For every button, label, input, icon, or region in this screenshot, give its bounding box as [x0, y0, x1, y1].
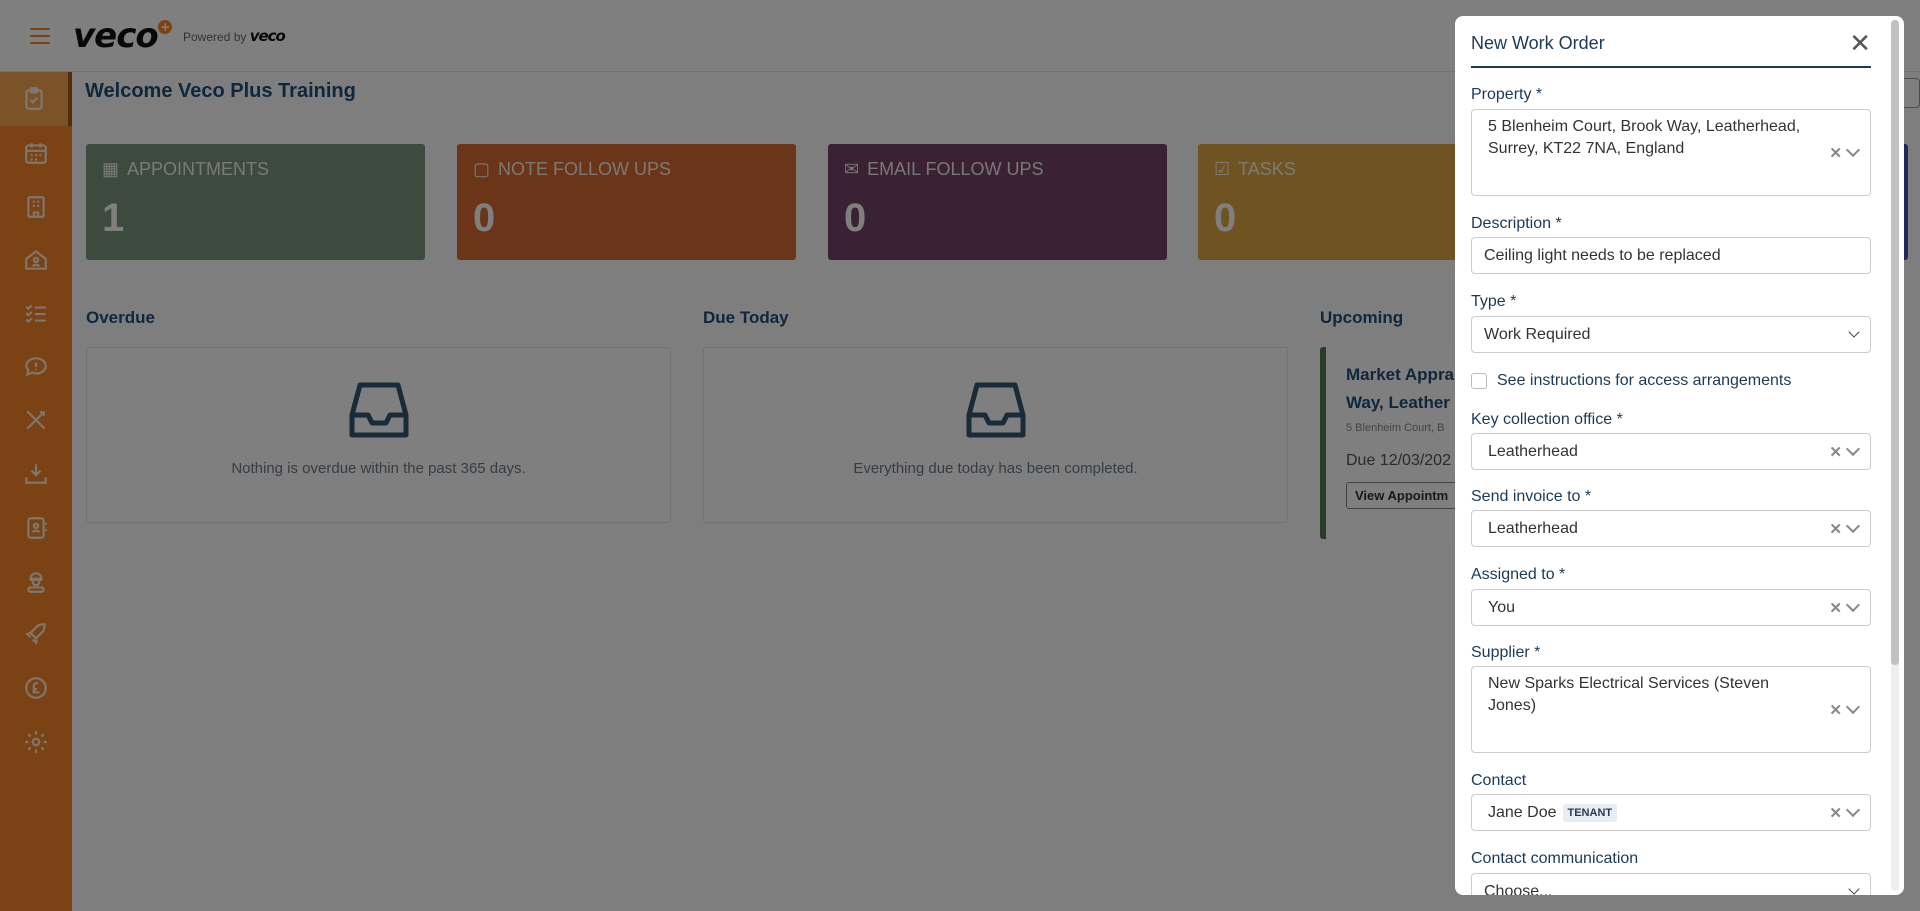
type-label: Type * [1471, 293, 1517, 310]
contact-communication-value: Choose... [1484, 882, 1553, 896]
chevron-down-icon[interactable] [1845, 518, 1861, 534]
chevron-down-icon [1848, 326, 1860, 338]
assigned-to-value: You [1488, 598, 1515, 616]
description-label: Description * [1471, 215, 1562, 232]
modal-header: New Work Order ✕ [1471, 30, 1871, 68]
send-invoice-label: Send invoice to * [1471, 488, 1592, 505]
chevron-down-icon[interactable] [1845, 441, 1861, 457]
clear-icon[interactable]: ✕ [1829, 599, 1842, 617]
chevron-down-icon[interactable] [1845, 142, 1861, 158]
chevron-down-icon[interactable] [1845, 802, 1861, 818]
chevron-down-icon[interactable] [1845, 699, 1861, 715]
clear-icon[interactable]: ✕ [1829, 701, 1842, 719]
tenant-badge: TENANT [1562, 803, 1618, 822]
access-arrangements-label[interactable]: See instructions for access arrangements [1497, 372, 1791, 390]
access-arrangements-checkbox-row[interactable]: See instructions for access arrangements [1471, 372, 1791, 390]
type-select[interactable]: Work Required [1471, 316, 1871, 353]
clear-icon[interactable]: ✕ [1829, 144, 1842, 162]
property-label: Property * [1471, 86, 1543, 103]
send-invoice-select[interactable]: Leatherhead ✕ [1471, 510, 1871, 547]
type-value: Work Required [1484, 325, 1591, 343]
property-value: 5 Blenheim Court, Brook Way, Leatherhead… [1488, 118, 1801, 157]
modal-title: New Work Order [1471, 33, 1605, 53]
clear-icon[interactable]: ✕ [1829, 520, 1842, 538]
supplier-value: New Sparks Electrical Services (Steven J… [1488, 675, 1769, 714]
new-work-order-modal: New Work Order ✕ Property * 5 Blenheim C… [1455, 16, 1904, 895]
contact-communication-select[interactable]: Choose... [1471, 873, 1871, 895]
contact-label: Contact [1471, 772, 1527, 789]
send-invoice-value: Leatherhead [1488, 519, 1578, 537]
contact-communication-label: Contact communication [1471, 850, 1639, 867]
assigned-to-label: Assigned to * [1471, 566, 1566, 583]
assigned-to-select[interactable]: You ✕ [1471, 589, 1871, 626]
key-collection-value: Leatherhead [1488, 442, 1578, 460]
supplier-select[interactable]: New Sparks Electrical Services (Steven J… [1471, 666, 1871, 753]
chevron-down-icon[interactable] [1845, 597, 1861, 613]
description-input[interactable]: Ceiling light needs to be replaced [1471, 237, 1871, 274]
contact-select[interactable]: Jane Doe TENANT ✕ [1471, 794, 1871, 831]
modal-scrollbar[interactable] [1891, 20, 1899, 891]
scrollbar-thumb[interactable] [1891, 20, 1899, 665]
access-arrangements-checkbox[interactable] [1471, 373, 1487, 389]
supplier-label: Supplier * [1471, 644, 1541, 661]
property-select[interactable]: 5 Blenheim Court, Brook Way, Leatherhead… [1471, 109, 1871, 196]
contact-value: Jane Doe [1488, 803, 1557, 821]
clear-icon[interactable]: ✕ [1829, 443, 1842, 461]
key-collection-select[interactable]: Leatherhead ✕ [1471, 433, 1871, 470]
close-icon[interactable]: ✕ [1849, 30, 1871, 56]
description-value: Ceiling light needs to be replaced [1484, 246, 1721, 264]
chevron-down-icon [1848, 883, 1860, 895]
key-collection-label: Key collection office * [1471, 411, 1623, 428]
clear-icon[interactable]: ✕ [1829, 804, 1842, 822]
